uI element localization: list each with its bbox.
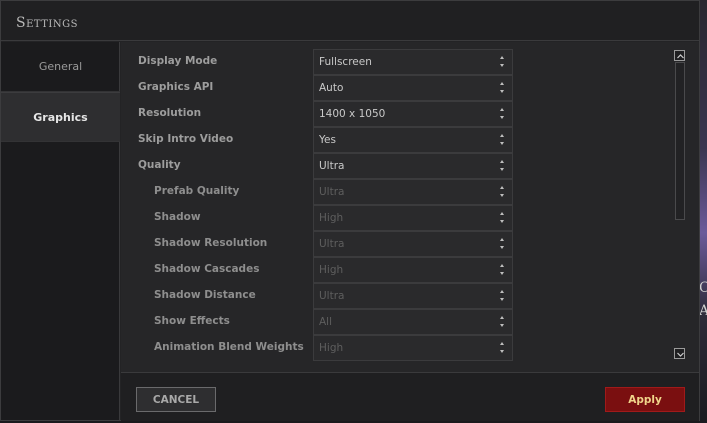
- scroll-up-button[interactable]: [674, 50, 685, 61]
- setting-label: Display Mode: [138, 55, 218, 67]
- setting-dropdown: Ultra: [313, 231, 513, 257]
- background-scene: C A: [699, 0, 707, 423]
- setting-value: All: [319, 316, 333, 328]
- setting-dropdown[interactable]: Auto: [313, 75, 513, 101]
- setting-value: High: [319, 212, 344, 224]
- setting-label: Graphics API: [138, 81, 214, 93]
- tab-graphics[interactable]: Graphics: [1, 92, 120, 142]
- setting-dropdown: All: [313, 309, 513, 335]
- cancel-button[interactable]: CANCEL: [136, 387, 216, 412]
- setting-row: Show Effects All: [121, 309, 513, 335]
- title-bar: Settings: [1, 1, 699, 41]
- setting-row: Quality Ultra: [121, 153, 513, 179]
- apply-button[interactable]: Apply: [605, 387, 685, 412]
- setting-dropdown: High: [313, 257, 513, 283]
- setting-dropdown[interactable]: Fullscreen: [313, 49, 513, 75]
- setting-label: Shadow Cascades: [154, 263, 260, 275]
- tab-general[interactable]: General: [1, 42, 120, 92]
- scroll-down-icon: [677, 352, 684, 357]
- setting-label: Quality: [138, 159, 181, 171]
- setting-row: Shadow Resolution Ultra: [121, 231, 513, 257]
- setting-value: Ultra: [319, 160, 345, 172]
- setting-value: Ultra: [319, 238, 345, 250]
- setting-label: Shadow Resolution: [154, 237, 268, 249]
- setting-value: High: [319, 264, 344, 276]
- dropdown-arrows-icon: [500, 261, 506, 279]
- setting-dropdown[interactable]: 1400 x 1050: [313, 101, 513, 127]
- setting-dropdown: High: [313, 205, 513, 231]
- setting-value: 1400 x 1050: [319, 108, 386, 120]
- setting-row: Shadow High: [121, 205, 513, 231]
- setting-value: Fullscreen: [319, 56, 372, 68]
- scroll-down-button[interactable]: [674, 348, 685, 359]
- dropdown-arrows-icon: [500, 235, 506, 253]
- setting-value: Auto: [319, 82, 344, 94]
- dropdown-arrows-icon: [500, 209, 506, 227]
- setting-dropdown: Ultra: [313, 179, 513, 205]
- settings-dialog: Settings General Graphics Display Mode Fu…: [0, 0, 700, 421]
- setting-value: Yes: [319, 134, 336, 146]
- setting-label: Skip Intro Video: [138, 133, 234, 145]
- tab-graphics-label: Graphics: [33, 110, 88, 124]
- setting-value: Ultra: [319, 186, 345, 198]
- setting-dropdown: High: [313, 335, 513, 361]
- dropdown-arrows-icon: [500, 105, 506, 123]
- setting-label: Shadow Distance: [154, 289, 256, 301]
- tab-general-label: General: [38, 60, 83, 73]
- setting-label: Show Effects: [154, 315, 230, 327]
- dialog-title: Settings: [16, 15, 78, 31]
- setting-label: Prefab Quality: [154, 185, 240, 197]
- setting-row: Graphics API Auto: [121, 75, 513, 101]
- settings-list: Display Mode Fullscreen Graphics API Auto Re…: [121, 42, 699, 372]
- setting-row: Skip Intro Video Yes: [121, 127, 513, 153]
- setting-row: Animation Blend Weights High: [121, 335, 513, 361]
- setting-value: Ultra: [319, 290, 345, 302]
- dropdown-arrows-icon: [500, 183, 506, 201]
- dropdown-arrows-icon: [500, 79, 506, 97]
- dropdown-arrows-icon: [500, 287, 506, 305]
- scrollbar[interactable]: [674, 50, 686, 362]
- setting-value: High: [319, 342, 344, 354]
- setting-label: Shadow: [154, 211, 201, 223]
- setting-dropdown[interactable]: Yes: [313, 127, 513, 153]
- background-glyph-1: C: [699, 280, 707, 296]
- dropdown-arrows-icon: [500, 313, 506, 331]
- setting-row: Prefab Quality Ultra: [121, 179, 513, 205]
- setting-row: Shadow Distance Ultra: [121, 283, 513, 309]
- setting-label: Resolution: [138, 107, 202, 119]
- background-glyph-2: A: [699, 303, 707, 319]
- dropdown-arrows-icon: [500, 339, 506, 357]
- setting-row: Resolution 1400 x 1050: [121, 101, 513, 127]
- setting-dropdown[interactable]: Ultra: [313, 153, 513, 179]
- dropdown-arrows-icon: [500, 131, 506, 149]
- dropdown-arrows-icon: [500, 53, 506, 71]
- scroll-up-icon: [677, 54, 684, 59]
- setting-label: Animation Blend Weights: [154, 341, 304, 353]
- setting-row: Shadow Cascades High: [121, 257, 513, 283]
- scrollbar-track[interactable]: [675, 62, 685, 220]
- setting-row: Display Mode Fullscreen: [121, 49, 513, 75]
- setting-dropdown: Ultra: [313, 283, 513, 309]
- sidebar: General Graphics: [1, 42, 120, 420]
- dialog-footer: CANCEL Apply: [121, 372, 699, 421]
- dropdown-arrows-icon: [500, 157, 506, 175]
